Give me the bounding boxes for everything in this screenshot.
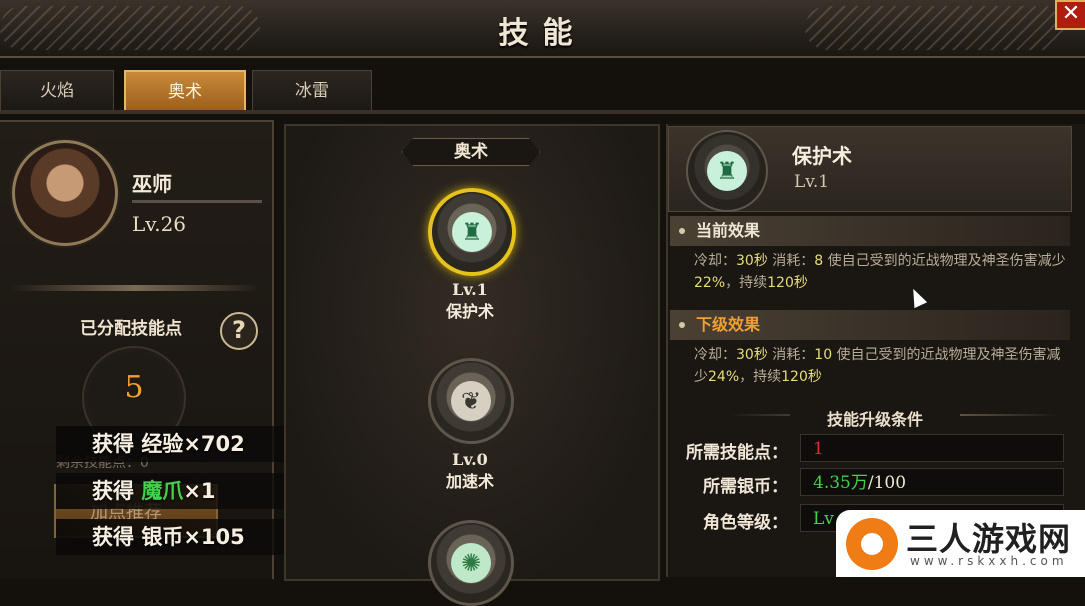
required-level-label: 角色等级：: [703, 513, 788, 533]
detail-skill-name: 保护术: [792, 144, 852, 168]
desc-text: ，持续: [739, 369, 782, 385]
desc-text: 使自己受到的近战物理及神圣伤害减少: [823, 253, 1066, 269]
current-effect-title: 当前效果: [696, 221, 761, 240]
tab-fire[interactable]: 火焰: [0, 70, 114, 112]
current-effect-text: 冷却：30秒 消耗：8 使自己受到的近战物理及神圣伤害减少 22%，持续120秒: [694, 250, 1074, 294]
desc-value: 120秒: [767, 275, 808, 291]
desc-value: 120秒: [781, 369, 822, 385]
silver-owned: /100: [867, 473, 907, 493]
detail-skill-level: Lv.1: [794, 172, 830, 192]
hero-divider: [132, 200, 262, 203]
help-icon[interactable]: ?: [220, 312, 258, 350]
ornament-divider: [10, 285, 260, 291]
skill-node-protection[interactable]: ♜: [428, 188, 516, 276]
required-silver-field: 4.35万/100: [800, 468, 1064, 496]
allocated-points-value: 5: [124, 370, 144, 405]
skill-name: 加速术: [445, 472, 494, 491]
skill-node-orb[interactable]: ✺: [428, 520, 514, 606]
hero-class-name: 巫师: [132, 172, 172, 196]
skill-name: 保护术: [445, 302, 494, 321]
reward-prefix: 获得: [92, 525, 142, 549]
close-icon[interactable]: ✕: [1055, 0, 1085, 30]
bullet-icon: [679, 228, 685, 234]
hero-level: Lv.26: [132, 212, 187, 236]
desc-value: 10: [814, 347, 833, 363]
skill-node-haste[interactable]: ❦: [428, 358, 514, 444]
next-effect-title: 下级效果: [696, 315, 761, 334]
required-level-value: Lv: [813, 509, 834, 529]
required-points-field: 1: [800, 434, 1064, 462]
orb-icon: ✺: [451, 543, 491, 583]
watermark-logo-inner: [858, 530, 886, 558]
desc-text: ，持续: [725, 275, 768, 291]
required-silver-label: 所需银币：: [703, 477, 788, 497]
allocated-points-label: 已分配技能点: [80, 319, 182, 339]
detail-skill-icon-frame: ♜: [686, 130, 768, 212]
reward-item: 魔爪: [141, 479, 184, 503]
reward-prefix: 获得: [92, 432, 142, 456]
bullet-icon: [679, 322, 685, 328]
reward-item: 经验: [141, 432, 184, 456]
shield-rune-icon: ♜: [452, 212, 492, 252]
current-effect-header: 当前效果: [670, 216, 1070, 246]
reward-prefix: 获得: [92, 479, 142, 503]
reward-item: 银币: [141, 525, 184, 549]
reward-count: ×702: [183, 432, 245, 456]
desc-text: 消耗：: [767, 253, 815, 269]
shield-rune-icon: ♜: [707, 151, 747, 191]
skill-level: Lv.0: [452, 450, 488, 469]
required-points-label: 所需技能点：: [686, 443, 788, 463]
desc-value: 8: [814, 253, 824, 269]
tab-ice-thunder[interactable]: 冰雷: [252, 70, 372, 112]
conditions-title: 技能升级条件: [790, 406, 960, 430]
skill-level: Lv.1: [452, 280, 488, 299]
school-banner: 奥术: [402, 138, 540, 166]
desc-value: 24%: [708, 369, 740, 385]
reward-count: ×1: [183, 479, 216, 503]
required-points-value: 1: [813, 439, 824, 459]
wing-boot-icon: ❦: [451, 381, 491, 421]
reward-count: ×105: [183, 525, 245, 549]
hero-avatar: [12, 140, 118, 246]
desc-value: 30秒: [736, 347, 768, 363]
tab-divider: [0, 110, 1085, 114]
desc-value: 22%: [694, 275, 726, 291]
next-effect-header: 下级效果: [670, 310, 1070, 340]
window-title: 技能: [498, 16, 587, 51]
tab-arcane[interactable]: 奥术: [124, 70, 246, 114]
desc-text: 冷却：: [694, 253, 736, 269]
desc-text: 消耗：: [767, 347, 815, 363]
next-effect-text: 冷却：30秒 消耗：10 使自己受到的近战物理及神圣伤害减少24%，持续120秒: [694, 344, 1074, 388]
watermark-url: www.rskxxh.com: [910, 554, 1068, 568]
desc-value: 30秒: [736, 253, 768, 269]
desc-text: 冷却：: [694, 347, 736, 363]
required-silver-value: 4.35万: [813, 473, 868, 493]
